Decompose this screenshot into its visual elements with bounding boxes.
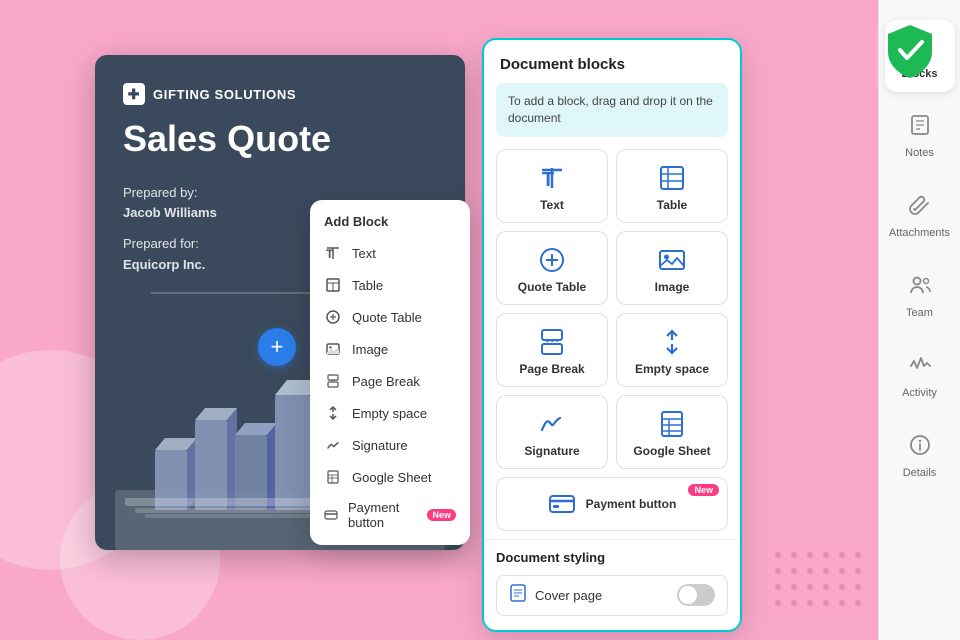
sidebar-details-label: Details <box>903 467 937 479</box>
add-block-item-table[interactable]: Table <box>310 269 470 301</box>
block-signature-icon <box>538 410 566 438</box>
empty-space-icon <box>324 404 342 422</box>
block-text[interactable]: T Text <box>496 149 608 223</box>
sidebar-item-notes[interactable]: Notes <box>885 100 955 172</box>
document-styling-section: Document styling Cover page <box>484 539 740 630</box>
logo-text: GIFTING SOLUTIONS <box>153 87 296 102</box>
quote-table-icon <box>324 308 342 326</box>
attachments-sidebar-icon <box>909 194 931 222</box>
block-payment-icon <box>548 490 576 518</box>
sidebar-item-activity[interactable]: Activity <box>885 340 955 412</box>
block-signature-label: Signature <box>524 444 579 458</box>
block-table-icon <box>658 164 686 192</box>
add-block-item-pagebreak[interactable]: Page Break <box>310 365 470 397</box>
page-break-icon <box>324 372 342 390</box>
google-sheet-icon <box>324 468 342 486</box>
payment-new-badge-block: New <box>688 484 719 496</box>
table-icon <box>324 276 342 294</box>
sidebar-team-label: Team <box>906 307 933 319</box>
sidebar-notes-label: Notes <box>905 147 934 159</box>
add-block-item-quote[interactable]: Quote Table <box>310 301 470 333</box>
cover-page-row: Cover page <box>496 575 728 616</box>
block-google-sheet-icon <box>658 410 686 438</box>
add-block-item-emptyspace[interactable]: Empty space <box>310 397 470 429</box>
sidebar-item-attachments[interactable]: Attachments <box>885 180 955 252</box>
add-block-dropdown-title: Add Block <box>310 208 470 237</box>
dot-pattern-decoration <box>775 552 865 610</box>
block-payment-label: Payment button <box>586 497 677 511</box>
signature-icon <box>324 436 342 454</box>
image-icon <box>324 340 342 358</box>
block-text-icon: T <box>538 164 566 192</box>
sidebar-item-details[interactable]: Details <box>885 420 955 492</box>
sidebar-activity-label: Activity <box>902 387 937 399</box>
block-page-break-icon <box>538 328 566 356</box>
doc-title: Sales Quote <box>123 119 437 159</box>
add-block-item-signature[interactable]: Signature <box>310 429 470 461</box>
blocks-panel-title: Document blocks <box>484 40 740 83</box>
block-empty-space-label: Empty space <box>635 362 709 376</box>
sidebar-attachments-label: Attachments <box>889 227 950 239</box>
doc-logo: ✚ GIFTING SOLUTIONS <box>123 83 437 105</box>
add-block-item-payment[interactable]: Payment button New <box>310 493 470 537</box>
shield-badge <box>880 20 940 80</box>
cover-page-icon <box>509 584 527 607</box>
block-image-label: Image <box>655 280 690 294</box>
block-quote-label: Quote Table <box>518 280 586 294</box>
payment-button-icon <box>324 506 338 524</box>
doc-styling-title: Document styling <box>496 550 728 565</box>
cover-page-left: Cover page <box>509 584 602 607</box>
notes-sidebar-icon <box>909 114 931 142</box>
details-sidebar-icon <box>909 434 931 462</box>
document-blocks-panel: Document blocks To add a block, drag and… <box>482 38 742 632</box>
add-block-dropdown: Add Block T Text Table Quote Table Image… <box>310 200 470 545</box>
add-block-item-text[interactable]: T Text <box>310 237 470 269</box>
block-payment-button[interactable]: New Payment button <box>496 477 728 531</box>
block-google-sheet-label: Google Sheet <box>633 444 710 458</box>
block-empty-space-icon <box>658 328 686 356</box>
block-image[interactable]: Image <box>616 231 728 305</box>
right-sidebar: Blocks Notes Attachments Team Activity D… <box>878 0 960 640</box>
block-quote-table-icon <box>538 246 566 274</box>
add-block-item-image[interactable]: Image <box>310 333 470 365</box>
block-image-icon <box>658 246 686 274</box>
activity-sidebar-icon <box>909 354 931 382</box>
payment-new-badge: New <box>427 509 456 521</box>
block-signature[interactable]: Signature <box>496 395 608 469</box>
blocks-grid: T Text Table Quote Table Image <box>484 149 740 539</box>
add-block-item-googlesheet[interactable]: Google Sheet <box>310 461 470 493</box>
cover-page-label: Cover page <box>535 588 602 603</box>
block-text-label: Text <box>540 198 564 212</box>
text-icon: T <box>324 244 342 262</box>
block-page-break[interactable]: Page Break <box>496 313 608 387</box>
block-table-label: Table <box>657 198 687 212</box>
block-quote-table[interactable]: Quote Table <box>496 231 608 305</box>
block-page-break-label: Page Break <box>519 362 584 376</box>
block-google-sheet[interactable]: Google Sheet <box>616 395 728 469</box>
sidebar-item-team[interactable]: Team <box>885 260 955 332</box>
block-table[interactable]: Table <box>616 149 728 223</box>
block-empty-space[interactable]: Empty space <box>616 313 728 387</box>
team-sidebar-icon <box>909 274 931 302</box>
add-block-button[interactable]: + <box>258 328 296 366</box>
blocks-hint: To add a block, drag and drop it on the … <box>496 83 728 137</box>
cover-page-toggle[interactable] <box>677 584 715 606</box>
